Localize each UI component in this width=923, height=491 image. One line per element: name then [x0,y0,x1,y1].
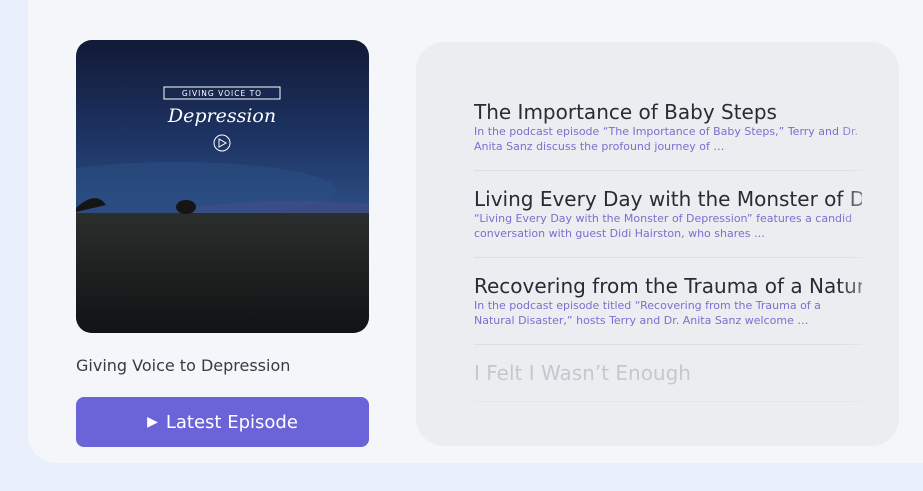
cover-artwork-image: GIVING VOICE TO Depression [76,40,369,333]
episode-list-panel[interactable]: The Importance of Baby Steps In the podc… [416,42,899,446]
episode-description: In the podcast episode “The Importance o… [474,125,858,153]
play-triangle-icon: ▶ [147,414,158,430]
episode-description: “Living Every Day with the Monster of De… [474,212,853,240]
episode-item[interactable]: Recovering from the Trauma of a Natural … [474,274,862,345]
latest-episode-label: Latest Episode [165,411,298,433]
episode-item[interactable]: The Importance of Baby Steps In the podc… [474,100,862,171]
latest-episode-button[interactable]: ▶ Latest Episode [76,397,369,447]
episode-title: Recovering from the Trauma of a Natural … [474,274,862,298]
episode-title: I Felt I Wasn’t Enough [474,361,691,385]
podcast-cover-art[interactable]: GIVING VOICE TO Depression [76,40,369,333]
cover-title-line: GIVING VOICE TO [182,89,262,98]
episode-description: In the podcast episode titled “Recoverin… [474,299,821,327]
episode-item[interactable]: I Felt I Wasn’t Enough [474,361,862,402]
show-title: Giving Voice to Depression [76,356,291,375]
episode-title: Living Every Day with the Monster of Dep… [474,187,862,211]
episode-item[interactable]: Living Every Day with the Monster of Dep… [474,187,862,258]
episode-title: The Importance of Baby Steps [474,100,777,124]
episode-list: The Importance of Baby Steps In the podc… [474,100,862,418]
cover-title-script: Depression [167,105,276,127]
